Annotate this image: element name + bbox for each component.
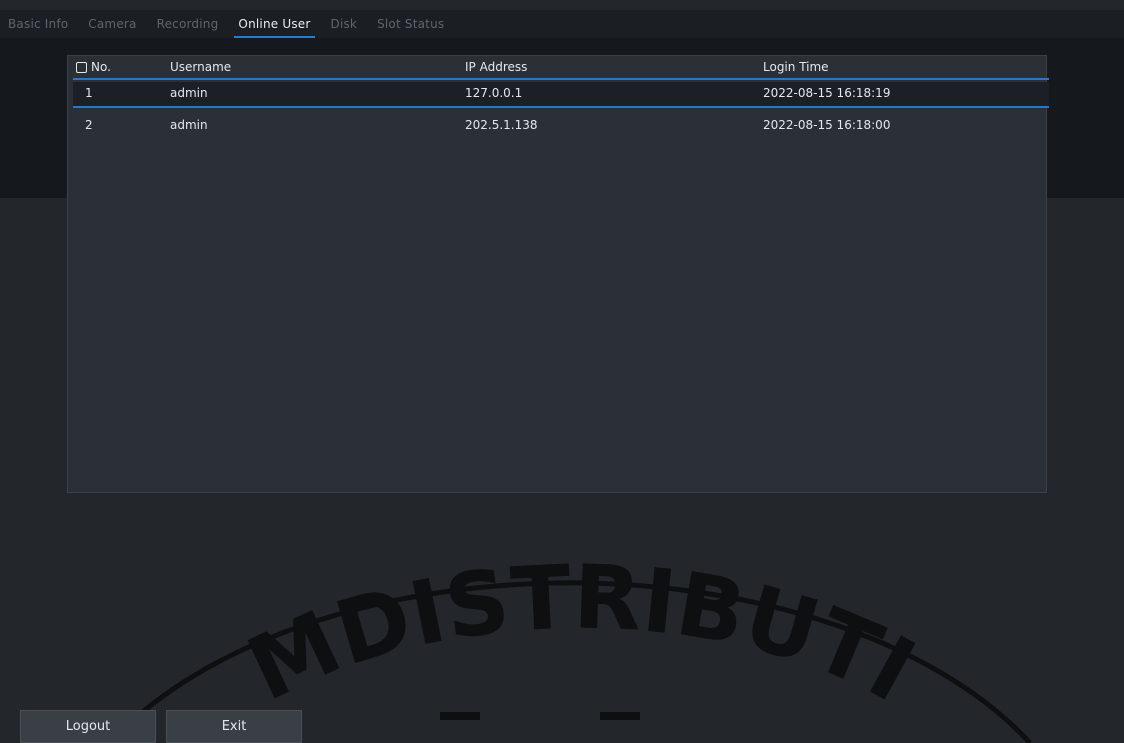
- watermark-text: MDISTRIBUTI: [233, 545, 932, 722]
- logout-button[interactable]: Logout: [20, 710, 156, 743]
- row-no: 1: [85, 86, 93, 100]
- tab-recording[interactable]: Recording: [153, 15, 223, 33]
- select-all-checkbox[interactable]: [76, 62, 87, 73]
- online-user-window: Basic Info Camera Recording Online User …: [0, 0, 1124, 743]
- table-header: No. Username IP Address Login Time: [73, 58, 1049, 80]
- exit-button[interactable]: Exit: [166, 710, 302, 743]
- row-username: admin: [170, 118, 208, 132]
- row-login-time: 2022-08-15 16:18:19: [763, 86, 891, 100]
- table-row[interactable]: 1 admin 127.0.0.1 2022-08-15 16:18:19: [73, 82, 1049, 108]
- svg-text:MDISTRIBUTI: MDISTRIBUTI: [233, 545, 932, 722]
- tab-disk[interactable]: Disk: [327, 15, 362, 33]
- row-ip-address: 127.0.0.1: [465, 86, 523, 100]
- tab-slot-status[interactable]: Slot Status: [373, 15, 448, 33]
- row-ip-address: 202.5.1.138: [465, 118, 538, 132]
- table-row[interactable]: 2 admin 202.5.1.138 2022-08-15 16:18:00: [73, 114, 1049, 138]
- tab-online-user[interactable]: Online User: [234, 15, 315, 38]
- header-ip-address: IP Address: [465, 60, 528, 74]
- header-username: Username: [170, 60, 232, 74]
- tab-camera[interactable]: Camera: [84, 15, 140, 33]
- header-no: No.: [91, 60, 111, 74]
- tab-bar: Basic Info Camera Recording Online User …: [0, 10, 1124, 38]
- header-login-time: Login Time: [763, 60, 829, 74]
- row-no: 2: [85, 118, 93, 132]
- row-login-time: 2022-08-15 16:18:00: [763, 118, 891, 132]
- row-username: admin: [170, 86, 208, 100]
- tab-basic-info[interactable]: Basic Info: [4, 15, 72, 33]
